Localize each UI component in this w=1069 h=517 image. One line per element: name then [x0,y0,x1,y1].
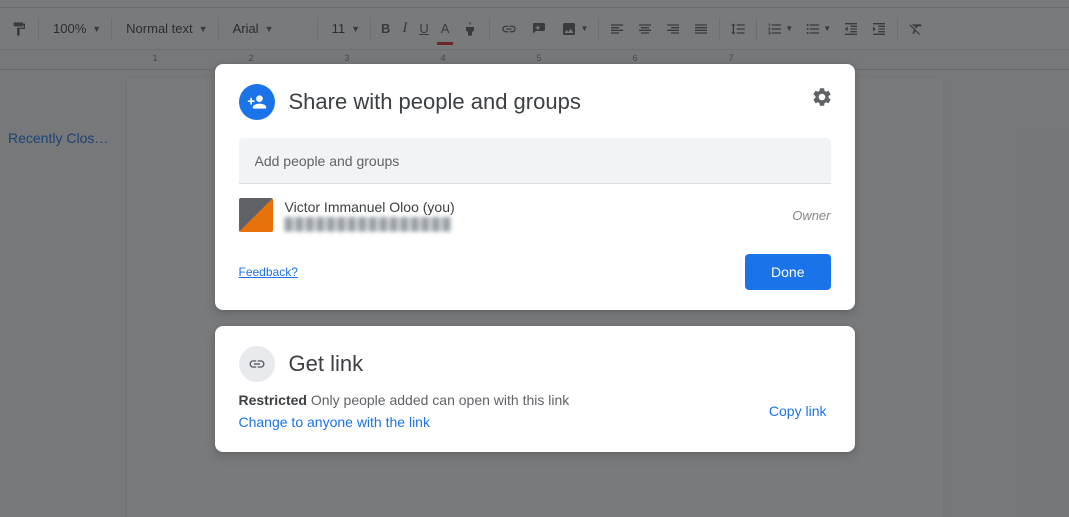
access-description: Only people added can open with this lin… [311,392,569,408]
share-settings-button[interactable] [811,86,833,113]
share-dialog: Share with people and groups Victor Imma… [215,64,855,452]
person-email: ████████████████ [285,217,781,231]
role-label: Owner [792,208,830,223]
link-circle-icon [239,346,275,382]
done-button[interactable]: Done [745,254,830,290]
add-people-input[interactable] [239,138,831,184]
gear-icon [811,86,833,108]
get-link-card: Get link Restricted Only people added ca… [215,326,855,452]
share-icon [239,84,275,120]
share-card: Share with people and groups Victor Imma… [215,64,855,310]
access-level: Restricted [239,392,307,408]
change-access-link[interactable]: Change to anyone with the link [239,414,570,430]
avatar [239,198,273,232]
person-row: Victor Immanuel Oloo (you) █████████████… [239,198,831,232]
person-name: Victor Immanuel Oloo (you) [285,199,781,215]
feedback-link[interactable]: Feedback? [239,265,298,279]
share-title: Share with people and groups [289,89,581,115]
copy-link-button[interactable]: Copy link [765,397,831,425]
get-link-title: Get link [289,351,364,377]
